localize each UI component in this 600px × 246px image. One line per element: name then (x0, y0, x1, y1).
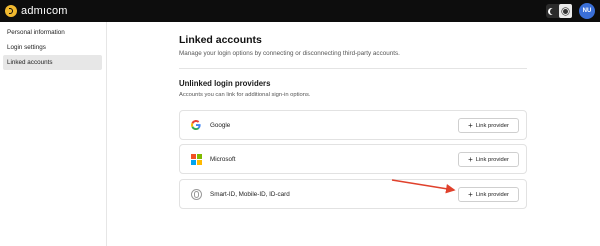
annotation-arrow (391, 179, 456, 194)
